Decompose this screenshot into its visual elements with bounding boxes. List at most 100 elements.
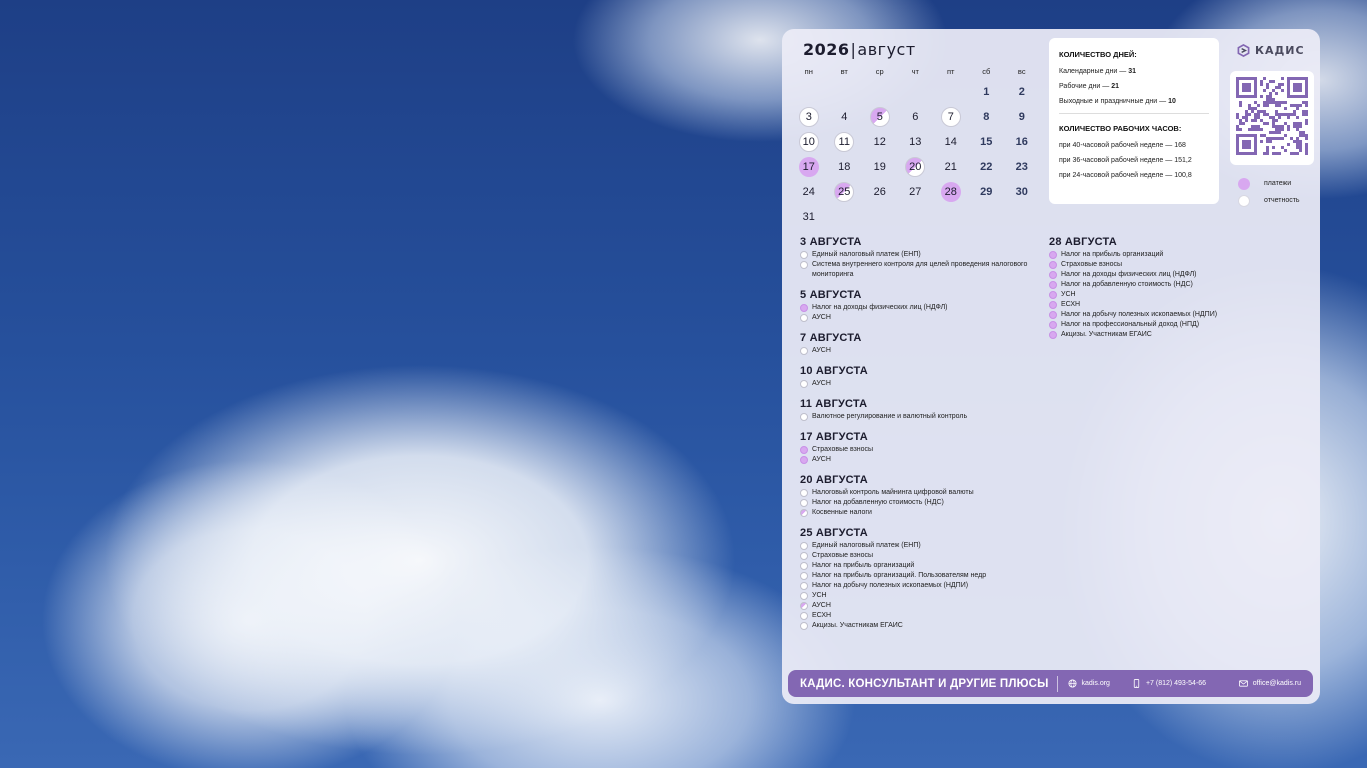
calendar-day[interactable]: 24 bbox=[791, 179, 827, 204]
calendar-day[interactable]: 28 bbox=[933, 179, 969, 204]
event-item: ЕСХН bbox=[800, 611, 1040, 621]
weekend-days: Выходные и праздничные дни — 10 bbox=[1059, 98, 1176, 105]
weekday-label: пт bbox=[947, 67, 955, 76]
event-date: 28 АВГУСТА bbox=[1049, 236, 1117, 248]
calendar-day[interactable]: 6 bbox=[898, 104, 934, 129]
phone-link[interactable]: +7 (812) 493-54-66 bbox=[1132, 679, 1206, 688]
calendar-day[interactable]: 19 bbox=[862, 154, 898, 179]
report-dot-icon bbox=[800, 509, 808, 517]
stats-panel: КОЛИЧЕСТВО ДНЕЙ: Календарные дни — 31 Ра… bbox=[1049, 38, 1219, 204]
event-item: Налог на прибыль организаций bbox=[800, 561, 1040, 571]
kadis-logo-icon bbox=[1237, 44, 1250, 57]
payment-dot-icon bbox=[1049, 271, 1057, 279]
calendar-day[interactable]: 4 bbox=[827, 104, 863, 129]
calendar-day-number: 27 bbox=[909, 185, 922, 198]
calendar-day[interactable]: 26 bbox=[862, 179, 898, 204]
calendar-day[interactable]: 18 bbox=[827, 154, 863, 179]
event-item: УСН bbox=[1049, 290, 1309, 300]
calendar-week: 17 18 19 20 21 22 23 bbox=[791, 154, 1041, 179]
weekday-label: пн bbox=[804, 67, 813, 76]
days-heading: КОЛИЧЕСТВО ДНЕЙ: bbox=[1059, 50, 1137, 59]
calendar-day[interactable]: 25 bbox=[827, 179, 863, 204]
calendar-day-number: 18 bbox=[838, 160, 851, 173]
event-group: 17 АВГУСТА Страховые взносы АУСН bbox=[800, 431, 1040, 465]
report-dot-icon bbox=[800, 572, 808, 580]
weekday-label: вс bbox=[1017, 67, 1026, 76]
event-text: ЕСХН bbox=[812, 612, 832, 619]
calendar-day-number: 1 bbox=[983, 85, 990, 98]
legend-reports: отчетность bbox=[1238, 192, 1300, 209]
legend-payments: платежи bbox=[1238, 175, 1300, 192]
event-text: Налог на доходы физических лиц (НДФЛ) bbox=[1061, 271, 1197, 278]
calendar-day[interactable]: 2 bbox=[1004, 79, 1040, 104]
calendar-day[interactable]: 27 bbox=[898, 179, 934, 204]
report-dot-icon bbox=[800, 552, 808, 560]
event-item: Налог на прибыль организаций. Пользовате… bbox=[800, 571, 1040, 581]
calendar-day[interactable]: 23 bbox=[1004, 154, 1040, 179]
calendar-day-number: 19 bbox=[873, 160, 886, 173]
phone-icon bbox=[1133, 679, 1140, 688]
event-text: АУСН bbox=[812, 347, 831, 354]
calendar-day[interactable]: 16 bbox=[1004, 129, 1040, 154]
calendar-day[interactable]: 22 bbox=[969, 154, 1005, 179]
event-text: Акцизы. Участникам ЕГАИС bbox=[812, 622, 903, 629]
calendar-day[interactable]: 8 bbox=[969, 104, 1005, 129]
calendar-day[interactable]: 1 bbox=[969, 79, 1005, 104]
globe-icon bbox=[1068, 679, 1077, 688]
site-link[interactable]: kadis.org bbox=[1068, 679, 1110, 688]
report-dot-icon bbox=[800, 261, 808, 269]
calendar-day[interactable]: 31 bbox=[791, 204, 827, 229]
calendar-day[interactable]: 10 bbox=[791, 129, 827, 154]
calendar-empty-cell bbox=[862, 79, 898, 104]
event-text: АУСН bbox=[812, 314, 831, 321]
calendar-week: 12 bbox=[791, 79, 1041, 104]
event-text: Система внутреннего контроля для целей п… bbox=[812, 261, 1028, 278]
calendar-day[interactable]: 29 bbox=[969, 179, 1005, 204]
calendar-day-number: 4 bbox=[841, 110, 848, 123]
calendar-day[interactable]: 11 bbox=[827, 129, 863, 154]
calendar-day[interactable]: 7 bbox=[933, 104, 969, 129]
event-item: Система внутреннего контроля для целей п… bbox=[800, 260, 1040, 280]
calendar-day[interactable]: 20 bbox=[898, 154, 934, 179]
calendar-day[interactable]: 15 bbox=[969, 129, 1005, 154]
event-text: Страховые взносы bbox=[1061, 261, 1123, 268]
calendar-day-number: 23 bbox=[1015, 160, 1028, 173]
qr-code[interactable] bbox=[1230, 71, 1314, 165]
calendar-day-number: 5 bbox=[869, 106, 890, 127]
payment-dot-icon bbox=[1049, 261, 1057, 269]
event-date: 5 АВГУСТА bbox=[800, 289, 862, 301]
report-dot-icon bbox=[800, 489, 808, 497]
payment-dot-icon bbox=[800, 304, 808, 312]
calendar-day-number: 31 bbox=[802, 210, 815, 223]
legend: платежи отчетность bbox=[1238, 175, 1300, 209]
payment-dot-icon bbox=[1049, 331, 1057, 339]
calendar-day-number: 14 bbox=[944, 135, 957, 148]
event-date: 7 АВГУСТА bbox=[800, 332, 862, 344]
calendar-day[interactable]: 9 bbox=[1004, 104, 1040, 129]
calendar-day-number: 9 bbox=[1018, 110, 1025, 123]
calendar-day[interactable]: 14 bbox=[933, 129, 969, 154]
payment-dot-icon bbox=[1049, 311, 1057, 319]
calendar-day-number: 17 bbox=[798, 156, 819, 177]
calendar-day[interactable]: 5 bbox=[862, 104, 898, 129]
event-text: Налоговый контроль майнинга цифровой вал… bbox=[812, 489, 974, 496]
calendar-card: 2026|август пн вт ср чт пт сб вс 1 2 3 4 5 6 7 8 9 10 11… bbox=[782, 29, 1320, 704]
calendar-day[interactable]: 17 bbox=[791, 154, 827, 179]
event-item: АУСН bbox=[800, 346, 1040, 356]
payment-dot-icon bbox=[1049, 251, 1057, 259]
calendar-grid: пн вт ср чт пт сб вс 1 2 3 4 5 6 7 8 9 10 11 12 13 14 15 16 17… bbox=[791, 67, 1041, 229]
event-item: Косвенные налоги bbox=[800, 508, 1040, 518]
calendar-day[interactable]: 21 bbox=[933, 154, 969, 179]
mail-icon bbox=[1238, 680, 1248, 687]
email-link[interactable]: office@kadis.ru bbox=[1238, 679, 1301, 688]
event-item: Страховые взносы bbox=[800, 551, 1040, 561]
event-text: АУСН bbox=[812, 456, 831, 463]
brand-logo[interactable]: КАДИС bbox=[1237, 44, 1305, 57]
calendar-day[interactable]: 3 bbox=[791, 104, 827, 129]
report-dot-icon bbox=[800, 582, 808, 590]
calendar-days: Календарные дни — 31 bbox=[1059, 68, 1136, 75]
calendar-day[interactable]: 13 bbox=[898, 129, 934, 154]
calendar-day[interactable]: 12 bbox=[862, 129, 898, 154]
event-date: 25 АВГУСТА bbox=[800, 527, 868, 539]
calendar-day[interactable]: 30 bbox=[1004, 179, 1040, 204]
